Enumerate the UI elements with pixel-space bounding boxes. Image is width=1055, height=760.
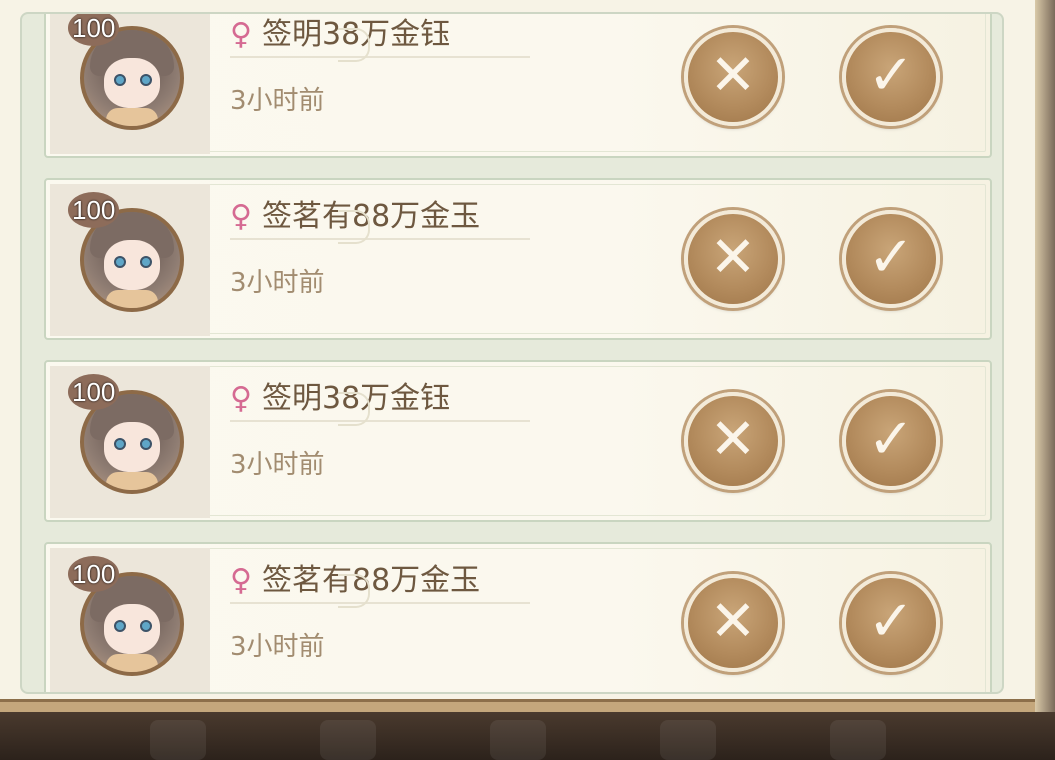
level-badge: 100 — [68, 374, 120, 410]
female-icon: ♀ — [230, 199, 252, 234]
name-row: ♀ 签茗有88万金玉 — [230, 562, 530, 604]
avatar-box: 100 — [50, 14, 210, 154]
decor-swirl — [338, 392, 370, 426]
reject-button[interactable]: ✕ — [684, 210, 782, 308]
request-time: 3小时前 — [230, 86, 325, 116]
accept-button[interactable]: ✓ — [842, 392, 940, 490]
list-item: 100 ♀ 签茗有88万金玉 3小时前 ✕ ✓ — [44, 178, 992, 340]
list-item: 100 ♀ 签茗有88万金玉 3小时前 ✕ ✓ — [44, 542, 992, 692]
player-name: 签茗有88万金玉 — [262, 199, 481, 234]
bottom-menu-bar — [0, 712, 1055, 760]
decor-swirl — [338, 28, 370, 62]
avatar-box: 100 — [50, 548, 210, 692]
menu-icon[interactable] — [320, 720, 376, 760]
decor-swirl — [338, 210, 370, 244]
reject-button[interactable]: ✕ — [684, 392, 782, 490]
request-time: 3小时前 — [230, 450, 325, 480]
panel-edge — [1035, 0, 1055, 712]
list-item: 100 ♀ 签明38万金钰 3小时前 ✕ ✓ — [44, 360, 992, 522]
avatar-box: 100 — [50, 366, 210, 518]
menu-icon[interactable] — [830, 720, 886, 760]
level-badge: 100 — [68, 14, 120, 46]
level-badge: 100 — [68, 556, 120, 592]
female-icon: ♀ — [230, 563, 252, 598]
menu-icon[interactable] — [660, 720, 716, 760]
accept-button[interactable]: ✓ — [842, 574, 940, 672]
name-row: ♀ 签茗有88万金玉 — [230, 198, 530, 240]
female-icon: ♀ — [230, 17, 252, 52]
request-time: 3小时前 — [230, 268, 325, 298]
accept-button[interactable]: ✓ — [842, 28, 940, 126]
request-list[interactable]: 100 ♀ 签明38万金钰 3小时前 ✕ ✓ 100 ♀ 签茗有88万金玉 3小… — [20, 12, 1004, 694]
decor-swirl — [338, 574, 370, 608]
accept-button[interactable]: ✓ — [842, 210, 940, 308]
reject-button[interactable]: ✕ — [684, 28, 782, 126]
female-icon: ♀ — [230, 381, 252, 416]
list-item: 100 ♀ 签明38万金钰 3小时前 ✕ ✓ — [44, 14, 992, 158]
level-badge: 100 — [68, 192, 120, 228]
player-name: 签茗有88万金玉 — [262, 563, 481, 598]
menu-icon[interactable] — [490, 720, 546, 760]
avatar-box: 100 — [50, 184, 210, 336]
name-row: ♀ 签明38万金钰 — [230, 380, 530, 422]
name-row: ♀ 签明38万金钰 — [230, 16, 530, 58]
menu-icon[interactable] — [150, 720, 206, 760]
request-time: 3小时前 — [230, 632, 325, 662]
friend-request-panel: 100 ♀ 签明38万金钰 3小时前 ✕ ✓ 100 ♀ 签茗有88万金玉 3小… — [0, 0, 1038, 712]
reject-button[interactable]: ✕ — [684, 574, 782, 672]
